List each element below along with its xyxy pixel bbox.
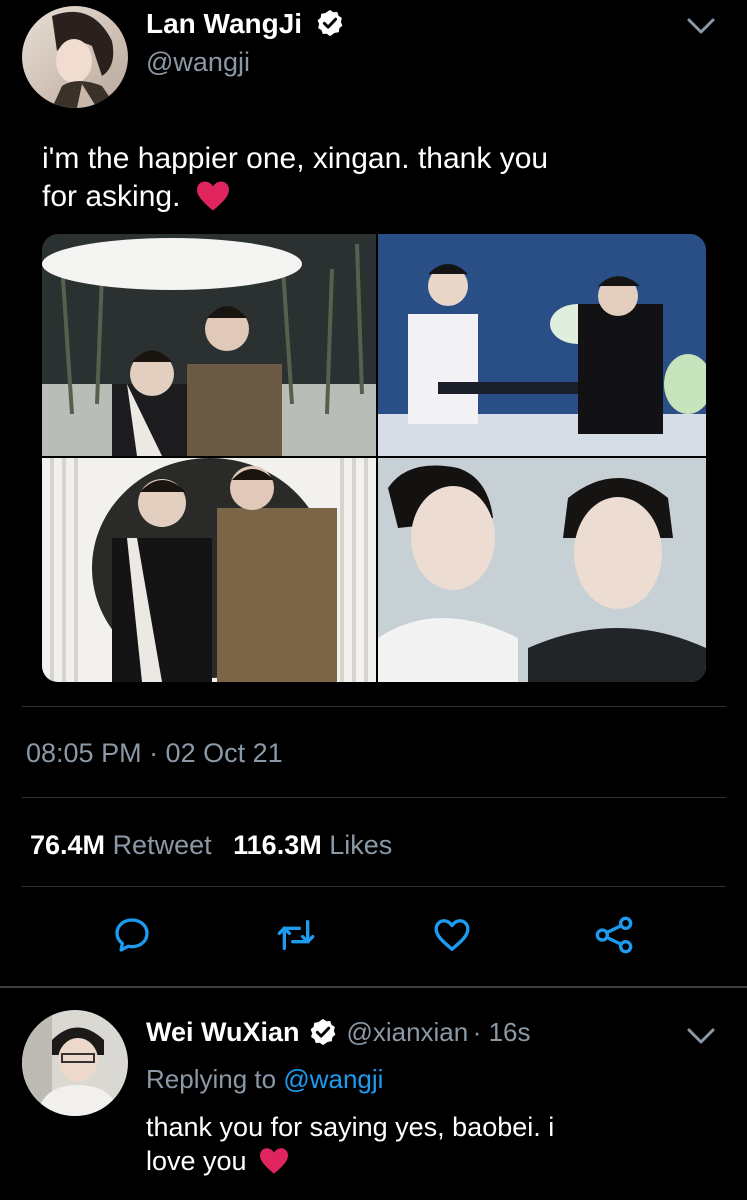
photo-bamboo-umbrella[interactable] xyxy=(42,234,376,456)
chevron-down-icon[interactable] xyxy=(686,16,716,36)
likes-label: Likes xyxy=(329,830,393,860)
tweet-text: i'm the happier one, xingan. thank you f… xyxy=(42,140,722,216)
replying-to-handle-link[interactable]: @wangji xyxy=(283,1064,383,1094)
author-name[interactable]: Lan WangJi xyxy=(146,8,302,40)
chevron-down-icon[interactable] xyxy=(686,1026,716,1046)
share-button[interactable] xyxy=(588,909,640,961)
avatar[interactable] xyxy=(22,6,128,108)
like-count[interactable]: 116.3M Likes xyxy=(233,830,392,860)
reply-header: Wei WuXian @xianxian · 16s xyxy=(146,1014,531,1055)
tweet-stats: 76.4M Retweet 116.3M Likes xyxy=(30,828,392,862)
retweet-count[interactable]: 76.4M Retweet xyxy=(30,830,219,860)
retweet-label: Retweet xyxy=(112,830,212,860)
reply-text-line: thank you for saying yes, baobei. i xyxy=(146,1112,555,1142)
like-button[interactable] xyxy=(426,909,478,961)
heart-emoji-icon xyxy=(260,1148,289,1174)
divider xyxy=(22,706,726,707)
verified-badge-icon xyxy=(310,1018,336,1046)
retweet-button[interactable] xyxy=(270,909,322,961)
like-count-value: 116.3M xyxy=(233,830,322,860)
replying-to-label: Replying to xyxy=(146,1064,277,1094)
verified-badge-icon xyxy=(317,9,343,37)
photo-portrait-duo[interactable] xyxy=(378,458,706,682)
divider xyxy=(22,797,726,798)
retweet-count-value: 76.4M xyxy=(30,830,106,860)
photo-guqin-blue[interactable] xyxy=(378,234,706,456)
retweet-icon xyxy=(277,920,315,950)
reply-button[interactable] xyxy=(106,909,158,961)
like-icon xyxy=(434,919,470,951)
reply-author-name[interactable]: Wei WuXian xyxy=(146,1017,300,1047)
heart-emoji-icon xyxy=(196,181,229,211)
author-handle[interactable]: @wangji xyxy=(146,46,250,78)
replying-to: Replying to @wangji xyxy=(146,1062,383,1096)
reply-text: thank you for saying yes, baobei. i love… xyxy=(146,1110,706,1178)
reply-author-handle[interactable]: @xianxian xyxy=(346,1017,468,1047)
tweet-timestamp[interactable]: 08:05 PM · 02 Oct 21 xyxy=(26,736,283,770)
reply-icon xyxy=(115,918,149,952)
share-icon xyxy=(595,916,633,954)
reply-time[interactable]: · 16s xyxy=(473,1017,531,1047)
tweet-text-line: for asking. xyxy=(42,180,181,213)
reply-text-line: love you xyxy=(146,1146,247,1176)
photo-circle-frame[interactable] xyxy=(42,458,376,682)
tweet-text-line: i'm the happier one, xingan. thank you xyxy=(42,142,549,175)
divider xyxy=(22,886,726,887)
photo-grid xyxy=(42,234,706,682)
divider xyxy=(0,986,747,988)
reply-avatar[interactable] xyxy=(22,1010,128,1116)
